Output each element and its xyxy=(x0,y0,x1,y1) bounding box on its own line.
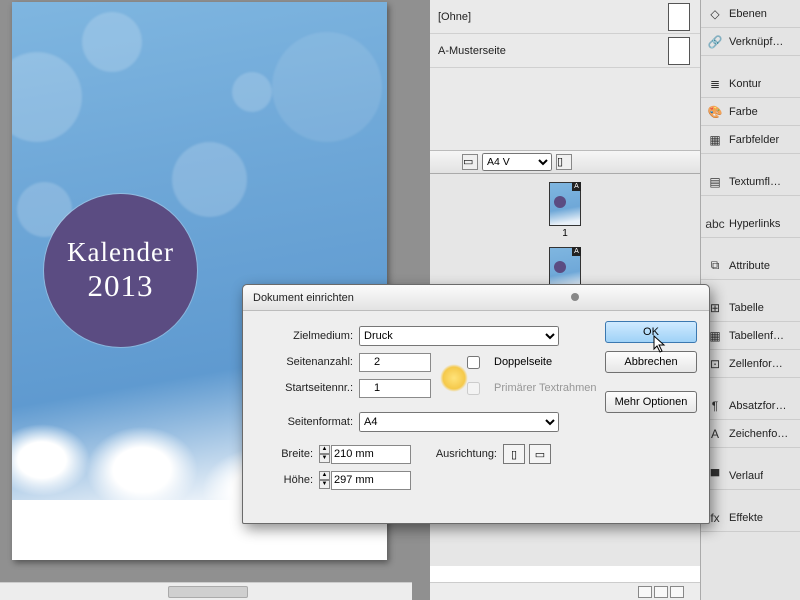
tool-effekte[interactable]: fxEffekte xyxy=(701,504,800,532)
seitenformat-label: Seitenformat: xyxy=(255,416,359,428)
more-options-button[interactable]: Mehr Optionen xyxy=(605,391,697,413)
tool-farbfelder-label: Farbfelder xyxy=(729,134,779,146)
dialog-grip-icon[interactable] xyxy=(571,293,579,301)
new-page-icon[interactable] xyxy=(638,586,652,598)
right-toolbox: ◇ Ebenen 🔗 Verknüpf… ≣ Kontur 🎨 Farbe ▦ Farbfelde… xyxy=(700,0,800,600)
tool-hyperlinks-label: Hyperlinks xyxy=(729,218,780,230)
primaer-textrahmen-label: Primärer Textrahmen xyxy=(494,382,597,394)
tool-verknuepf-label: Verknüpf… xyxy=(729,36,783,48)
ausrichtung-label: Ausrichtung: xyxy=(411,448,503,460)
tool-tabelle[interactable]: ⊞Tabelle xyxy=(701,294,800,322)
title-line1: Kalender xyxy=(67,237,174,268)
tool-farbe-label: Farbe xyxy=(729,106,758,118)
tool-ebenen[interactable]: ◇ Ebenen xyxy=(701,0,800,28)
hoehe-label: Höhe: xyxy=(255,474,319,486)
page-number: 1 xyxy=(562,228,568,239)
startseite-input[interactable] xyxy=(359,379,431,398)
cancel-button[interactable]: Abbrechen xyxy=(605,351,697,373)
orientation-landscape-button[interactable]: ▭ xyxy=(529,444,551,464)
doppelseite-checkbox[interactable] xyxy=(467,356,480,369)
tool-attribute-label: Attribute xyxy=(729,260,770,272)
zielmedium-select[interactable]: Druck xyxy=(359,326,559,346)
horizontal-scrollbar[interactable] xyxy=(0,582,412,600)
tool-farbe-icon: 🎨 xyxy=(707,104,723,120)
tool-kontur-label: Kontur xyxy=(729,78,761,90)
page-size-bar: ▭ A4 V ▯ xyxy=(430,150,700,174)
page-size-icon[interactable]: ▭ xyxy=(462,154,478,170)
tool-zellenfor[interactable]: ⊡Zellenfor… xyxy=(701,350,800,378)
tool-kontur[interactable]: ≣ Kontur xyxy=(701,70,800,98)
tool-attribute-icon: ⧉ xyxy=(707,258,723,274)
hoehe-input[interactable] xyxy=(331,471,411,490)
orientation-portrait-button[interactable]: ▯ xyxy=(503,444,525,464)
tool-ebenen-label: Ebenen xyxy=(729,8,767,20)
tool-verlauf[interactable]: ▀Verlauf xyxy=(701,462,800,490)
tool-verknuepf[interactable]: 🔗 Verknüpf… xyxy=(701,28,800,56)
breite-input[interactable] xyxy=(331,445,411,464)
pages-panel-footer xyxy=(430,582,700,600)
tool-hyperlinks[interactable]: abc Hyperlinks xyxy=(701,210,800,238)
master-label: [Ohne] xyxy=(438,11,668,23)
dialog-title: Dokument einrichten xyxy=(243,285,709,311)
primaer-textrahmen-checkbox xyxy=(467,382,480,395)
tool-tabellenf-label: Tabellenf… xyxy=(729,330,784,342)
tool-tabellenf[interactable]: ▦Tabellenf… xyxy=(701,322,800,350)
page-thumb-1[interactable]: A 1 xyxy=(430,182,700,239)
tool-farbe[interactable]: 🎨 Farbe xyxy=(701,98,800,126)
calendar-title-circle: Kalender 2013 xyxy=(44,194,197,347)
new-page-icon[interactable] xyxy=(654,586,668,598)
document-setup-dialog: Dokument einrichten Zielmedium: Druck Se… xyxy=(242,284,710,524)
tool-farbfelder[interactable]: ▦ Farbfelder xyxy=(701,126,800,154)
seitenanzahl-label: Seitenanzahl: xyxy=(255,356,359,368)
zielmedium-label: Zielmedium: xyxy=(255,330,359,342)
tool-zeichenfo-label: Zeichenfo… xyxy=(729,428,788,440)
tool-textumfluss[interactable]: ▤ Textumfl… xyxy=(701,168,800,196)
tool-zeichenfo[interactable]: AZeichenfo… xyxy=(701,420,800,448)
tool-tabelle-label: Tabelle xyxy=(729,302,764,314)
hint-highlight xyxy=(440,364,468,392)
tool-kontur-icon: ≣ xyxy=(707,76,723,92)
tool-zellenfor-label: Zellenfor… xyxy=(729,358,783,370)
breite-label: Breite: xyxy=(255,448,319,460)
master-row-none[interactable]: [Ohne] xyxy=(430,0,700,34)
page-size-portrait-icon[interactable]: ▯ xyxy=(556,154,572,170)
seitenformat-select[interactable]: A4 xyxy=(359,412,559,432)
master-thumb xyxy=(668,3,690,31)
master-label: A-Musterseite xyxy=(438,45,668,57)
doppelseite-label: Doppelseite xyxy=(494,356,552,368)
tool-textumfluss-label: Textumfl… xyxy=(729,176,781,188)
master-tag-a: A xyxy=(572,247,581,256)
master-row-a[interactable]: A-Musterseite xyxy=(430,34,700,68)
delete-page-icon[interactable] xyxy=(670,586,684,598)
tool-ebenen-icon: ◇ xyxy=(707,6,723,22)
startseite-label: Startseitennr.: xyxy=(255,382,359,394)
pages-panel: [Ohne] A-Musterseite xyxy=(430,0,700,160)
tool-verknuepf-icon: 🔗 xyxy=(707,34,723,50)
tool-absatzfor-label: Absatzfor… xyxy=(729,400,786,412)
tool-attribute[interactable]: ⧉ Attribute xyxy=(701,252,800,280)
page-size-select[interactable]: A4 V xyxy=(482,153,552,171)
tool-farbfelder-icon: ▦ xyxy=(707,132,723,148)
title-line2: 2013 xyxy=(88,268,154,304)
tool-absatzfor[interactable]: ¶Absatzfor… xyxy=(701,392,800,420)
tool-effekte-label: Effekte xyxy=(729,512,763,524)
master-tag-a: A xyxy=(572,182,581,191)
master-thumb xyxy=(668,37,690,65)
tool-textumfluss-icon: ▤ xyxy=(707,174,723,190)
ok-button[interactable]: OK xyxy=(605,321,697,343)
tool-hyperlinks-icon: abc xyxy=(707,216,723,232)
tool-verlauf-label: Verlauf xyxy=(729,470,763,482)
seitenanzahl-input[interactable] xyxy=(359,353,431,372)
